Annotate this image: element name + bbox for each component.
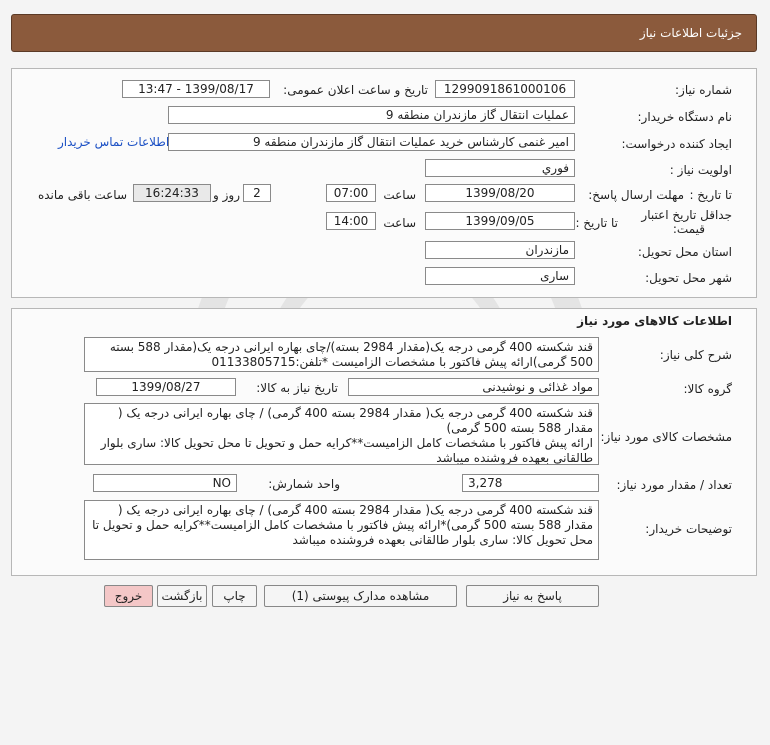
priority-label: اولویت نیاز :	[669, 163, 732, 177]
summary-label: شرح کلی نیاز:	[659, 348, 732, 362]
group-field: مواد غذائی و نوشیدنی	[348, 378, 599, 396]
city-field: ساری	[425, 267, 575, 285]
creator-field: امیر غنمی کارشناس خرید عملیات انتقال گاز…	[168, 133, 575, 151]
announce-label: تاریخ و ساعت اعلان عمومی:	[283, 83, 428, 97]
specs-field: قند شکسته 400 گرمی درجه یک( مقدار 2984 ب…	[84, 403, 599, 465]
attachments-button[interactable]: مشاهده مدارک پیوستی (1)	[264, 585, 457, 607]
goods-section-title: اطلاعات کالاهای مورد نیاز	[577, 314, 732, 328]
deadline-time-field: 07:00	[326, 184, 376, 202]
need-info-panel	[11, 68, 757, 298]
remaining-time-field: 16:24:33	[133, 184, 211, 202]
qty-label: تعداد / مقدار مورد نیاز:	[616, 478, 732, 492]
province-label: استان محل تحویل:	[637, 245, 732, 259]
validity-date-field: 1399/09/05	[425, 212, 575, 230]
specs-label: مشخصات کالای مورد نیاز:	[600, 430, 732, 444]
priority-field: فوري	[425, 159, 575, 177]
creator-label: ایجاد کننده درخواست:	[621, 137, 732, 151]
validity-until-label: تا تاریخ :	[575, 216, 618, 230]
back-button[interactable]: بازگشت	[157, 585, 207, 607]
specs-line-2: مقدار 588 بسته 500 گرمی)	[446, 421, 593, 435]
buyer-contact-link[interactable]: اطلاعات تماس خریدار	[58, 135, 169, 149]
deadline-label: مهلت ارسال پاسخ:	[588, 188, 684, 202]
need-number-field: 1299091861000106	[435, 80, 575, 98]
exit-button[interactable]: خروج	[104, 585, 153, 607]
unit-label: واحد شمارش:	[268, 477, 340, 491]
qty-field: 3,278	[462, 474, 599, 492]
validity-label-1: جداقل تاریخ اعتبار	[641, 208, 732, 222]
page-header: جزئیات اطلاعات نیاز	[11, 14, 757, 52]
buyer-notes-label: توضیحات خریدار:	[645, 522, 732, 536]
unit-field: NO	[93, 474, 237, 492]
days-field: 2	[243, 184, 271, 202]
validity-time-label: ساعت	[383, 216, 416, 230]
city-label: شهر محل تحویل:	[645, 271, 732, 285]
group-label: گروه کالا:	[683, 382, 733, 396]
notes-line-2: مقدار 588 بسته 500 گرمی)*ارائه پیش فاکتو…	[92, 518, 593, 532]
remaining-label: ساعت باقی مانده	[37, 188, 127, 202]
summary-line-1: قند شکسته 400 گرمی درجه یک(مقدار 2984 بس…	[109, 340, 593, 354]
print-button[interactable]: چاپ	[212, 585, 257, 607]
days-label: روز و	[213, 188, 240, 202]
need-number-label: شماره نیاز:	[675, 83, 732, 97]
buyer-label: نام دستگاه خریدار:	[637, 110, 733, 124]
need-date-label: تاریخ نیاز به کالا:	[256, 381, 338, 395]
summary-field: قند شکسته 400 گرمی درجه یک(مقدار 2984 بس…	[84, 337, 599, 372]
buyer-notes-field: قند شکسته 400 گرمی درجه یک( مقدار 2984 ب…	[84, 500, 599, 560]
summary-line-2: 500 گرمی)ارائه پیش فاکتور با مشخصات الزا…	[211, 355, 593, 369]
announce-field: 1399/08/17 - 13:47	[122, 80, 270, 98]
specs-line-4: طالقانی بعهده فروشنده میباشد	[436, 451, 593, 465]
specs-line-3: ارائه پیش فاکتور با مشخصات کامل الزامیست…	[100, 436, 593, 450]
notes-line-3: محل تحویل کالا: ساری بلوار طالقانی بعهده…	[292, 533, 593, 547]
buyer-field: عملیات انتقال گاز مازندران منطقه 9	[168, 106, 575, 124]
page-title: جزئیات اطلاعات نیاز	[639, 26, 742, 40]
notes-line-1: قند شکسته 400 گرمی درجه یک( مقدار 2984 ب…	[117, 503, 593, 517]
deadline-time-label: ساعت	[383, 188, 416, 202]
province-field: مازندران	[425, 241, 575, 259]
deadline-until-label: تا تاریخ :	[689, 188, 732, 202]
deadline-date-field: 1399/08/20	[425, 184, 575, 202]
validity-label-2: قیمت:	[672, 222, 705, 236]
validity-time-field: 14:00	[326, 212, 376, 230]
specs-line-1: قند شکسته 400 گرمی درجه یک( مقدار 2984 ب…	[117, 406, 593, 420]
need-date-field: 1399/08/27	[96, 378, 236, 396]
reply-button[interactable]: پاسخ به نیاز	[466, 585, 599, 607]
